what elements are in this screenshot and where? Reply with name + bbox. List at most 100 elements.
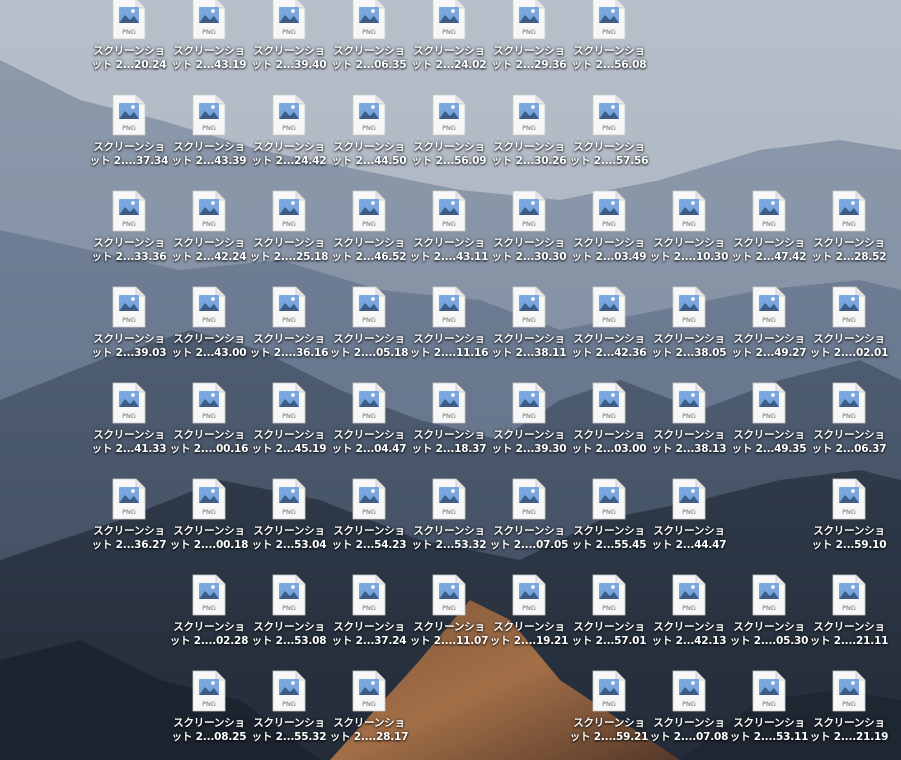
- png-file-icon[interactable]: PNG スクリーンショ ット 2....37.34: [89, 94, 169, 190]
- png-file-icon[interactable]: PNG スクリーンショ ット 2....10.30: [649, 190, 729, 286]
- png-file-icon[interactable]: PNG スクリーンショ ット 2...56.08: [569, 0, 649, 94]
- png-file-icon[interactable]: PNG スクリーンショ ット 2....19.21: [489, 574, 569, 670]
- png-file-icon[interactable]: PNG スクリーンショ ット 2...43.39: [169, 94, 249, 190]
- png-file-icon[interactable]: PNG スクリーンショ ット 2....21.11: [809, 574, 889, 670]
- file-name-label: スクリーンショ ット 2...24.42: [249, 140, 329, 168]
- png-file-icon[interactable]: PNG スクリーンショ ット 2...06.35: [329, 0, 409, 94]
- png-file-icon[interactable]: PNG スクリーンショ ット 2...49.35: [729, 382, 809, 478]
- png-file-icon[interactable]: PNG スクリーンショ ット 2...38.11: [489, 286, 569, 382]
- file-name-line1: スクリーンショ: [93, 45, 165, 57]
- png-file-icon[interactable]: PNG スクリーンショ ット 2....21.19: [809, 670, 889, 760]
- png-file-icon[interactable]: PNG スクリーンショ ット 2...55.32: [249, 670, 329, 760]
- file-name-line2: ット 2....05.18: [329, 347, 409, 359]
- file-name-label: スクリーンショ ット 2....05.18: [329, 332, 409, 360]
- file-name-line2: ット 2...24.42: [251, 155, 327, 167]
- png-file-icon[interactable]: PNG スクリーンショ ット 2...29.36: [489, 0, 569, 94]
- png-file-icon[interactable]: PNG スクリーンショ ット 2...44.50: [329, 94, 409, 190]
- png-file-icon[interactable]: PNG スクリーンショ ット 2...04.47: [329, 382, 409, 478]
- file-name-line2: ット 2....28.17: [329, 731, 409, 743]
- file-name-label: スクリーンショ ット 2...03.49: [569, 236, 649, 264]
- png-file-icon[interactable]: PNG スクリーンショ ット 2...39.30: [489, 382, 569, 478]
- png-file-icon[interactable]: PNG スクリーンショ ット 2...44.47: [649, 478, 729, 574]
- png-type-label: PNG: [762, 316, 776, 324]
- png-type-label: PNG: [122, 412, 136, 420]
- png-file-icon[interactable]: PNG スクリーンショ ット 2....59.21: [569, 670, 649, 760]
- png-file-icon[interactable]: PNG スクリーンショ ット 2....05.30: [729, 574, 809, 670]
- png-file-icon[interactable]: PNG スクリーンショ ット 2...45.19: [249, 382, 329, 478]
- png-file-icon[interactable]: PNG スクリーンショ ット 2...37.24: [329, 574, 409, 670]
- png-file-icon[interactable]: PNG スクリーンショ ット 2...30.26: [489, 94, 569, 190]
- png-file-icon[interactable]: PNG スクリーンショ ット 2....11.07: [409, 574, 489, 670]
- png-type-label: PNG: [202, 700, 216, 708]
- png-file-icon[interactable]: PNG スクリーンショ ット 2....28.17: [329, 670, 409, 760]
- png-file-icon[interactable]: PNG スクリーンショ ット 2...57.01: [569, 574, 649, 670]
- png-file-icon[interactable]: PNG スクリーンショ ット 2...53.08: [249, 574, 329, 670]
- png-file-icon[interactable]: PNG スクリーンショ ット 2...41.33: [89, 382, 169, 478]
- png-file-icon[interactable]: PNG スクリーンショ ット 2....00.16: [169, 382, 249, 478]
- png-type-label: PNG: [682, 316, 696, 324]
- png-document-icon: PNG: [111, 286, 147, 328]
- file-name-line2: ット 2...29.36: [491, 59, 567, 71]
- png-document-icon: PNG: [351, 0, 387, 40]
- png-file-icon[interactable]: PNG スクリーンショ ット 2...47.42: [729, 190, 809, 286]
- png-file-icon[interactable]: PNG スクリーンショ ット 2...06.37: [809, 382, 889, 478]
- png-file-icon[interactable]: PNG スクリーンショ ット 2....02.28: [169, 574, 249, 670]
- png-file-icon[interactable]: PNG スクリーンショ ット 2...46.52: [329, 190, 409, 286]
- png-file-icon[interactable]: PNG スクリーンショ ット 2....36.16: [249, 286, 329, 382]
- file-name-line1: スクリーンショ: [413, 429, 485, 441]
- png-file-icon[interactable]: PNG スクリーンショ ット 2...24.02: [409, 0, 489, 94]
- file-name-line2: ット 2....36.16: [249, 347, 329, 359]
- png-file-icon[interactable]: PNG スクリーンショ ット 2...20.24: [89, 0, 169, 94]
- png-file-icon[interactable]: PNG スクリーンショ ット 2...53.32: [409, 478, 489, 574]
- png-file-icon[interactable]: PNG スクリーンショ ット 2...38.13: [649, 382, 729, 478]
- png-file-icon[interactable]: PNG スクリーンショ ット 2....07.05: [489, 478, 569, 574]
- png-file-icon[interactable]: PNG スクリーンショ ット 2...24.42: [249, 94, 329, 190]
- png-file-icon[interactable]: PNG スクリーンショ ット 2...28.52: [809, 190, 889, 286]
- png-file-icon[interactable]: PNG スクリーンショ ット 2...03.49: [569, 190, 649, 286]
- png-file-icon[interactable]: PNG スクリーンショ ット 2....02.01: [809, 286, 889, 382]
- file-name-label: スクリーンショ ット 2...08.25: [169, 716, 249, 744]
- png-file-icon[interactable]: PNG スクリーンショ ット 2...03.00: [569, 382, 649, 478]
- file-name-line2: ット 2...44.50: [331, 155, 407, 167]
- png-file-icon[interactable]: PNG スクリーンショ ット 2...39.40: [249, 0, 329, 94]
- png-file-icon[interactable]: PNG スクリーンショ ット 2....25.18: [249, 190, 329, 286]
- file-name-label: スクリーンショ ット 2....05.30: [729, 620, 809, 648]
- png-type-label: PNG: [602, 124, 616, 132]
- png-file-icon[interactable]: PNG スクリーンショ ット 2....43.11: [409, 190, 489, 286]
- png-file-icon[interactable]: PNG スクリーンショ ット 2...54.23: [329, 478, 409, 574]
- png-file-icon[interactable]: PNG スクリーンショ ット 2...42.13: [649, 574, 729, 670]
- png-file-icon[interactable]: PNG スクリーンショ ット 2...59.10: [809, 478, 889, 574]
- png-file-icon[interactable]: PNG スクリーンショ ット 2...43.19: [169, 0, 249, 94]
- png-file-icon[interactable]: PNG スクリーンショ ット 2...39.03: [89, 286, 169, 382]
- png-file-icon[interactable]: PNG スクリーンショ ット 2...38.05: [649, 286, 729, 382]
- png-file-icon[interactable]: PNG スクリーンショ ット 2...30.30: [489, 190, 569, 286]
- png-type-label: PNG: [602, 508, 616, 516]
- png-file-icon[interactable]: PNG スクリーンショ ット 2...33.36: [89, 190, 169, 286]
- png-file-icon[interactable]: PNG スクリーンショ ット 2...43.00: [169, 286, 249, 382]
- png-type-label: PNG: [362, 220, 376, 228]
- file-name-line1: スクリーンショ: [333, 621, 405, 633]
- png-file-icon[interactable]: PNG スクリーンショ ット 2...42.36: [569, 286, 649, 382]
- file-name-line1: スクリーンショ: [653, 621, 725, 633]
- png-file-icon[interactable]: PNG スクリーンショ ット 2...36.27: [89, 478, 169, 574]
- png-file-icon[interactable]: PNG スクリーンショ ット 2....57.56: [569, 94, 649, 190]
- png-file-icon[interactable]: PNG スクリーンショ ット 2...18.37: [409, 382, 489, 478]
- desktop[interactable]: PNG スクリーンショ ット 2...20.24 PNG スクリーンショ ット 2...4…: [0, 0, 901, 760]
- png-file-icon[interactable]: PNG スクリーンショ ット 2...55.45: [569, 478, 649, 574]
- file-name-label: スクリーンショ ット 2....02.01: [809, 332, 889, 360]
- file-name-label: スクリーンショ ット 2...41.33: [89, 428, 169, 456]
- png-file-icon[interactable]: PNG スクリーンショ ット 2....00.18: [169, 478, 249, 574]
- file-name-line2: ット 2...44.47: [651, 539, 727, 551]
- png-document-icon: PNG: [271, 94, 307, 136]
- file-name-line2: ット 2...53.08: [251, 635, 327, 647]
- png-file-icon[interactable]: PNG スクリーンショ ット 2...56.09: [409, 94, 489, 190]
- png-file-icon[interactable]: PNG スクリーンショ ット 2....05.18: [329, 286, 409, 382]
- png-file-icon[interactable]: PNG スクリーンショ ット 2....07.08: [649, 670, 729, 760]
- png-file-icon[interactable]: PNG スクリーンショ ット 2...49.27: [729, 286, 809, 382]
- png-file-icon[interactable]: PNG スクリーンショ ット 2...53.04: [249, 478, 329, 574]
- png-file-icon[interactable]: PNG スクリーンショ ット 2...42.24: [169, 190, 249, 286]
- png-file-icon[interactable]: PNG スクリーンショ ット 2....53.11: [729, 670, 809, 760]
- file-name-line2: ット 2....11.07: [409, 635, 489, 647]
- png-file-icon[interactable]: PNG スクリーンショ ット 2....11.16: [409, 286, 489, 382]
- png-file-icon[interactable]: PNG スクリーンショ ット 2...08.25: [169, 670, 249, 760]
